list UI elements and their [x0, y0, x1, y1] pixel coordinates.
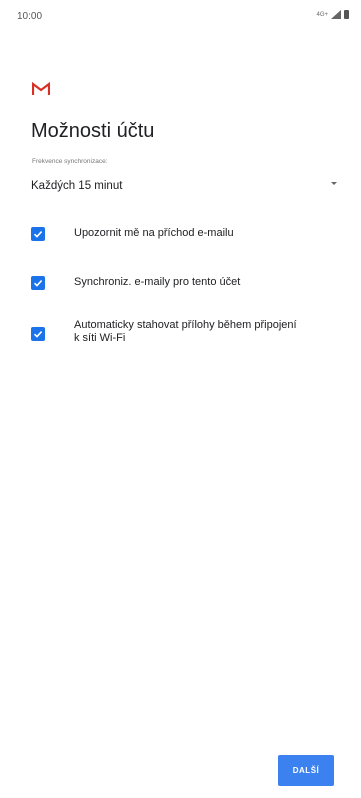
option-auto-download-attachments[interactable]: Automaticky stahovat přílohy během připo…: [31, 319, 331, 345]
status-time: 10:00: [17, 11, 43, 22]
option-label: Synchroniz. e-maily pro tento účet: [74, 276, 241, 288]
gmail-icon: [32, 82, 50, 95]
page-title: Možnosti účtu: [31, 120, 155, 142]
next-button[interactable]: DALŠÍ: [278, 755, 334, 786]
checkbox-checked-icon[interactable]: [31, 227, 45, 241]
option-label: Automaticky stahovat přílohy během připo…: [74, 319, 297, 344]
signal-icon: [331, 10, 341, 19]
status-icons: 4G+: [316, 10, 349, 19]
dropdown-arrow-icon: [331, 182, 337, 185]
account-options-screen: 10:00 4G+ Možnosti účtu Frekvence synchr…: [0, 0, 361, 798]
network-type: 4G+: [316, 11, 328, 18]
battery-icon: [344, 10, 349, 19]
option-sync-emails[interactable]: Synchroniz. e-maily pro tento účet: [31, 276, 331, 290]
sync-frequency-label: Frekvence synchronizace:: [32, 158, 108, 165]
checkbox-checked-icon[interactable]: [31, 276, 45, 290]
status-bar: 10:00 4G+: [0, 0, 361, 30]
sync-frequency-dropdown[interactable]: Každých 15 minut: [31, 176, 337, 194]
option-notify-new-email[interactable]: Upozornit mě na příchod e-mailu: [31, 227, 331, 241]
option-label: Upozornit mě na příchod e-mailu: [74, 227, 234, 239]
sync-frequency-value: Každých 15 minut: [31, 180, 123, 192]
checkbox-checked-icon[interactable]: [31, 327, 45, 341]
